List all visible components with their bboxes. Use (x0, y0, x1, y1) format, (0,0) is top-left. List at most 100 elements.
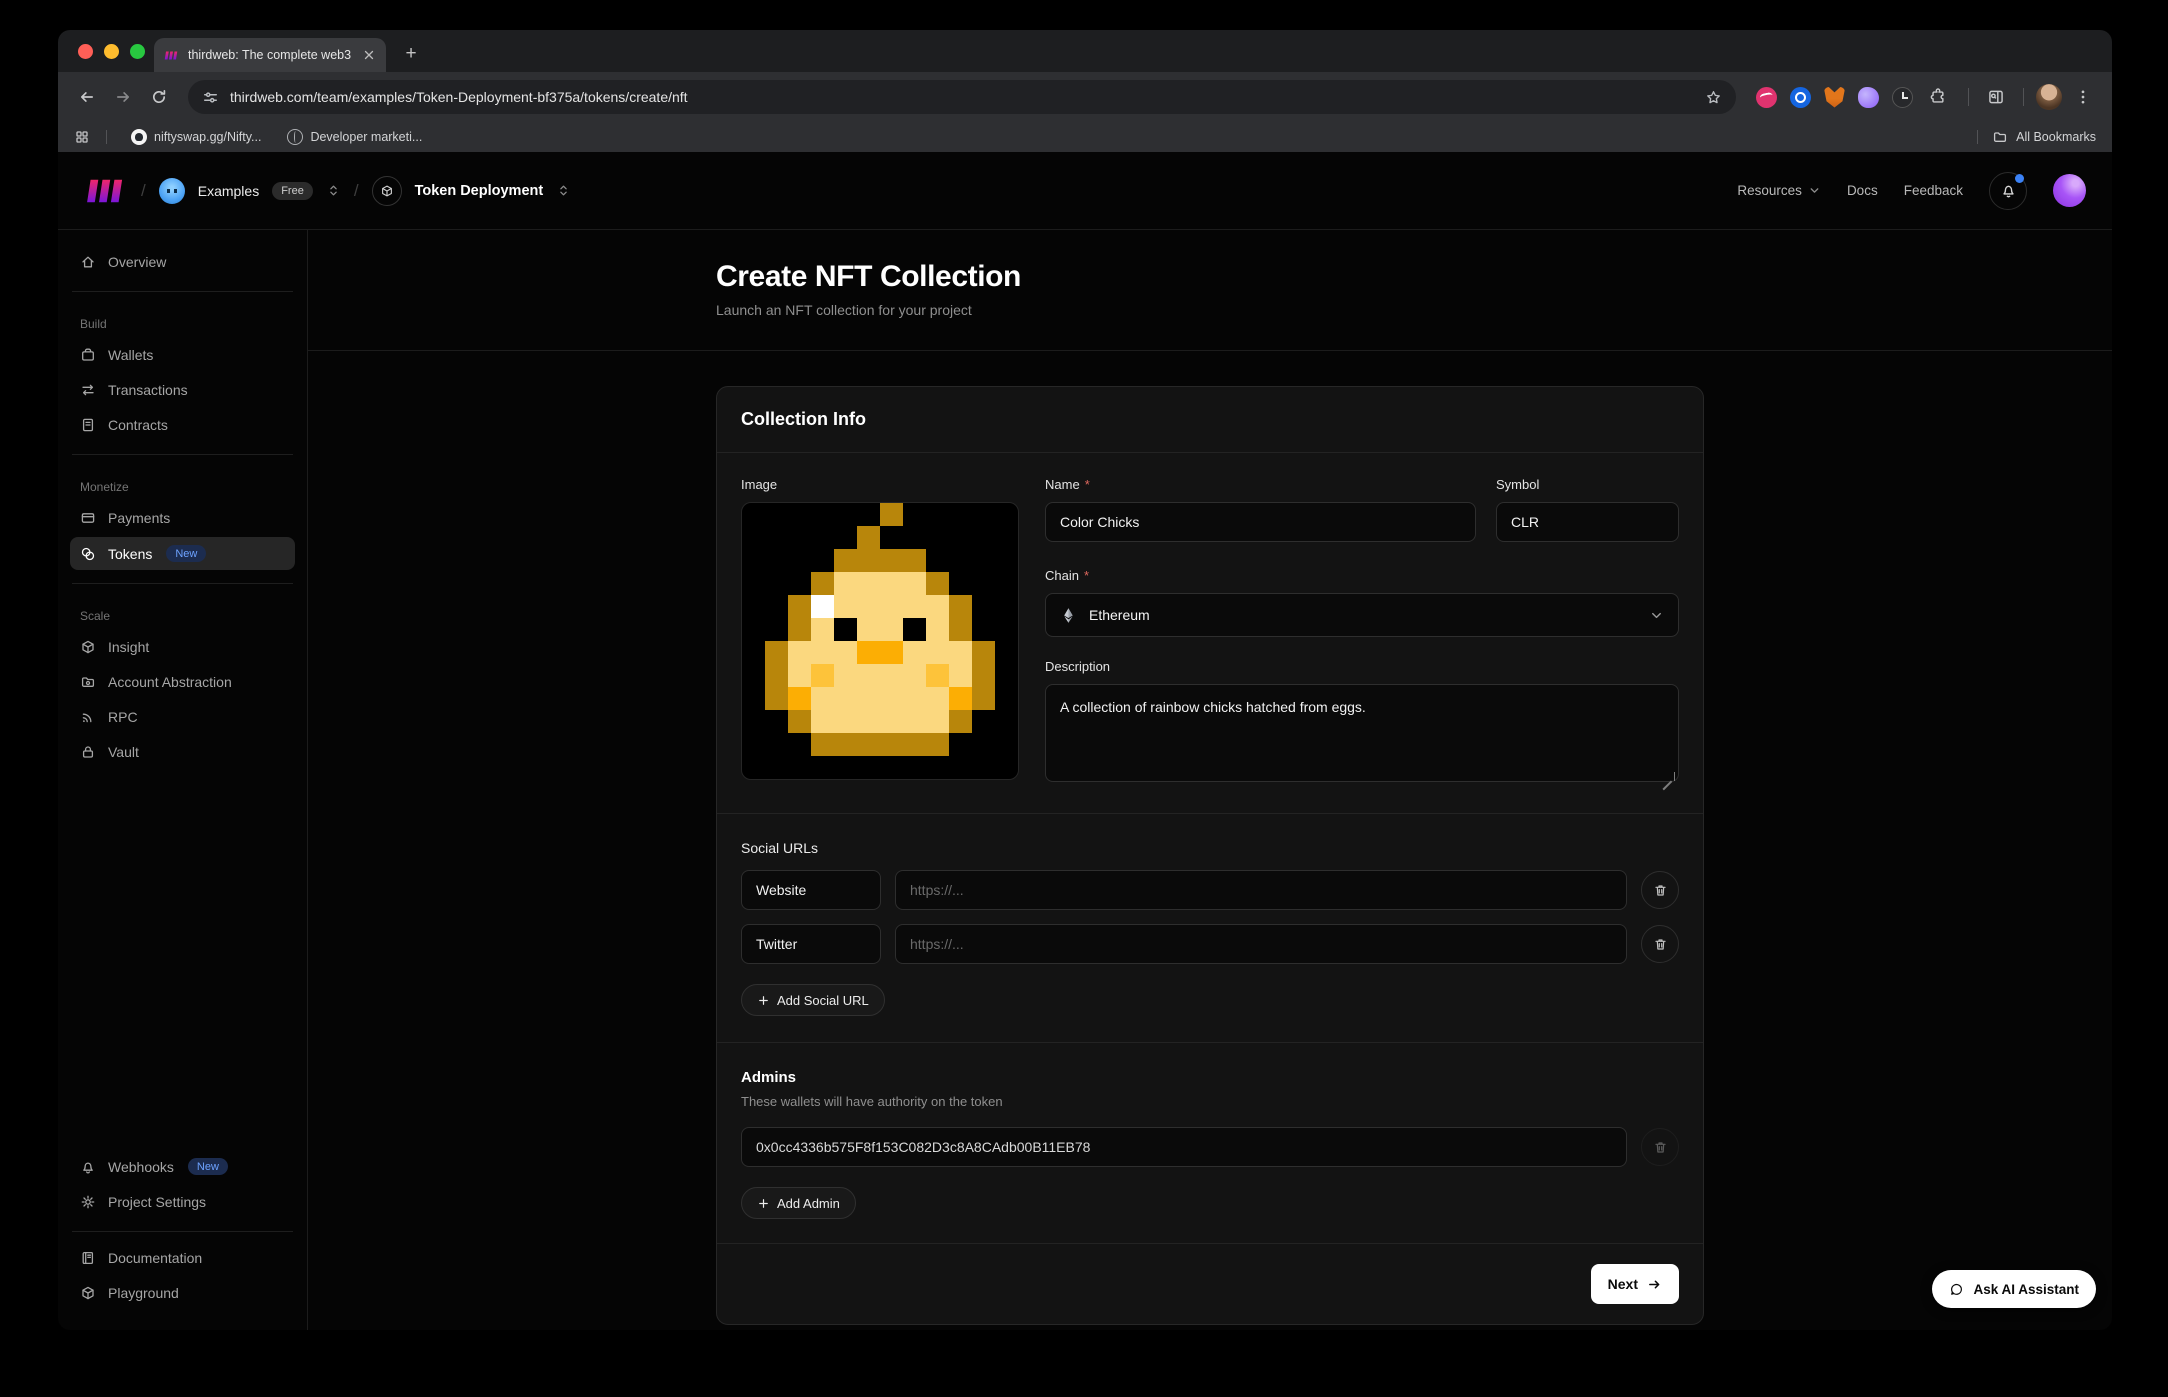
social-urls-section: Social URLs Add Social URL (741, 840, 1679, 1016)
sidebar-item-project-settings[interactable]: Project Settings (70, 1186, 295, 1218)
bookmark-label: niftyswap.gg/Nifty... (154, 130, 261, 144)
extension-icon-pink[interactable] (1756, 87, 1777, 108)
name-input[interactable] (1045, 502, 1476, 542)
sidebar-item-label: Overview (108, 254, 166, 270)
sidebar-item-insight[interactable]: Insight (70, 631, 295, 663)
sidebar-divider (72, 583, 293, 584)
sidebar-item-account-abstraction[interactable]: Account Abstraction (70, 666, 295, 698)
transactions-icon (80, 382, 96, 398)
site-settings-icon[interactable] (202, 89, 219, 106)
ask-ai-assistant-button[interactable]: Ask AI Assistant (1932, 1270, 2096, 1308)
sidebar-item-vault[interactable]: Vault (70, 736, 295, 768)
sidebar-item-label: RPC (108, 709, 138, 725)
sidebar-divider (72, 454, 293, 455)
resize-handle[interactable] (1666, 772, 1675, 781)
add-social-url-button[interactable]: Add Social URL (741, 984, 885, 1016)
team-avatar[interactable] (159, 178, 185, 204)
sidebar-item-contracts[interactable]: Contracts (70, 409, 295, 441)
collection-image-upload[interactable] (741, 502, 1019, 780)
sidebar-item-label: Wallets (108, 347, 153, 363)
browser-profile-avatar[interactable] (2036, 84, 2062, 110)
extension-icon-clock[interactable] (1892, 87, 1913, 108)
add-admin-button[interactable]: Add Admin (741, 1187, 856, 1219)
thirdweb-logo[interactable] (84, 177, 128, 205)
card-footer: Next (717, 1243, 1703, 1324)
admins-section: Admins These wallets will have authority… (741, 1069, 1679, 1219)
reload-button[interactable] (144, 82, 174, 112)
team-name[interactable]: Examples (198, 183, 259, 199)
resources-menu[interactable]: Resources (1737, 183, 1821, 198)
notifications-button[interactable] (1989, 172, 2027, 210)
sidebar-divider (72, 1231, 293, 1232)
social-url-row (741, 924, 1679, 964)
next-button[interactable]: Next (1591, 1264, 1679, 1304)
project-switcher-icon[interactable] (556, 183, 571, 198)
collection-image-pixel-art (742, 503, 1018, 779)
sidebar-item-payments[interactable]: Payments (70, 502, 295, 534)
project-name[interactable]: Token Deployment (415, 183, 544, 199)
browser-menu-button[interactable] (2068, 82, 2098, 112)
delete-admin-button[interactable] (1641, 1128, 1679, 1166)
social-url-input[interactable] (895, 924, 1627, 964)
forward-button[interactable] (108, 82, 138, 112)
user-avatar[interactable] (2053, 174, 2086, 207)
sidebar-item-playground[interactable]: Playground (70, 1277, 295, 1309)
docs-link[interactable]: Docs (1847, 183, 1878, 198)
insight-icon (80, 639, 96, 655)
close-tab-icon[interactable] (362, 48, 376, 62)
description-textarea[interactable]: A collection of rainbow chicks hatched f… (1045, 684, 1679, 782)
all-bookmarks-label: All Bookmarks (2016, 130, 2096, 144)
new-tab-button[interactable]: + (400, 43, 422, 65)
social-platform-input[interactable] (741, 924, 881, 964)
sidebar-item-transactions[interactable]: Transactions (70, 374, 295, 406)
sidebar-item-documentation[interactable]: Documentation (70, 1242, 295, 1274)
bookmark-star-icon[interactable] (1705, 89, 1722, 106)
sidebar-item-webhooks[interactable]: WebhooksNew (70, 1150, 295, 1183)
sidebar-item-label: Insight (108, 639, 149, 655)
fullscreen-window-button[interactable] (130, 44, 145, 59)
admin-wallet-input[interactable] (741, 1127, 1627, 1167)
all-bookmarks[interactable]: All Bookmarks (1971, 129, 2096, 145)
sidebar-item-wallets[interactable]: Wallets (70, 339, 295, 371)
symbol-input[interactable] (1496, 502, 1679, 542)
minimize-window-button[interactable] (104, 44, 119, 59)
extension-icon-purple[interactable] (1858, 87, 1879, 108)
vault-icon (80, 744, 96, 760)
side-panel-button[interactable] (1981, 82, 2011, 112)
header-actions: Resources Docs Feedback (1737, 172, 2086, 210)
bookmarks-divider (1977, 130, 1978, 144)
bookmark-item[interactable]: Developer marketi... (279, 129, 430, 145)
bell-icon (80, 1159, 96, 1175)
team-switcher-icon[interactable] (326, 183, 341, 198)
toolbar-divider (1968, 88, 1969, 106)
thirdweb-app: / Examples Free / Token Deployment Resou… (58, 152, 2112, 1330)
back-button[interactable] (72, 82, 102, 112)
sidebar-item-tokens[interactable]: TokensNew (70, 537, 295, 570)
social-url-input[interactable] (895, 870, 1627, 910)
social-platform-input[interactable] (741, 870, 881, 910)
browser-tab[interactable]: thirdweb: The complete web3 (154, 38, 386, 72)
feedback-link[interactable]: Feedback (1904, 183, 1963, 198)
sidebar-item-overview[interactable]: Overview (70, 246, 295, 278)
sidebar-item-label: Payments (108, 510, 170, 526)
section-divider (717, 813, 1703, 814)
apps-grid-icon[interactable] (74, 129, 90, 145)
sidebar-section-title: Build (80, 317, 285, 331)
metamask-extension-icon[interactable] (1824, 87, 1845, 108)
address-bar[interactable]: thirdweb.com/team/examples/Token-Deploym… (188, 80, 1736, 114)
page-header: Create NFT Collection Launch an NFT coll… (308, 230, 2112, 351)
sidebar-section-title: Monetize (80, 480, 285, 494)
delete-social-url-button[interactable] (1641, 871, 1679, 909)
section-divider (717, 1042, 1703, 1043)
close-window-button[interactable] (78, 44, 93, 59)
extensions-puzzle-icon[interactable] (1926, 85, 1950, 109)
sidebar-item-rpc[interactable]: RPC (70, 701, 295, 733)
delete-social-url-button[interactable] (1641, 925, 1679, 963)
sidebar-divider (72, 291, 293, 292)
toolbar-divider (2023, 88, 2024, 106)
extension-icon-blue[interactable] (1790, 87, 1811, 108)
bookmark-item[interactable]: niftyswap.gg/Nifty... (123, 129, 269, 145)
chain-select[interactable]: Ethereum (1045, 593, 1679, 637)
name-label: Name (1045, 477, 1080, 492)
collection-info-card: Collection Info Image (716, 386, 1704, 1325)
